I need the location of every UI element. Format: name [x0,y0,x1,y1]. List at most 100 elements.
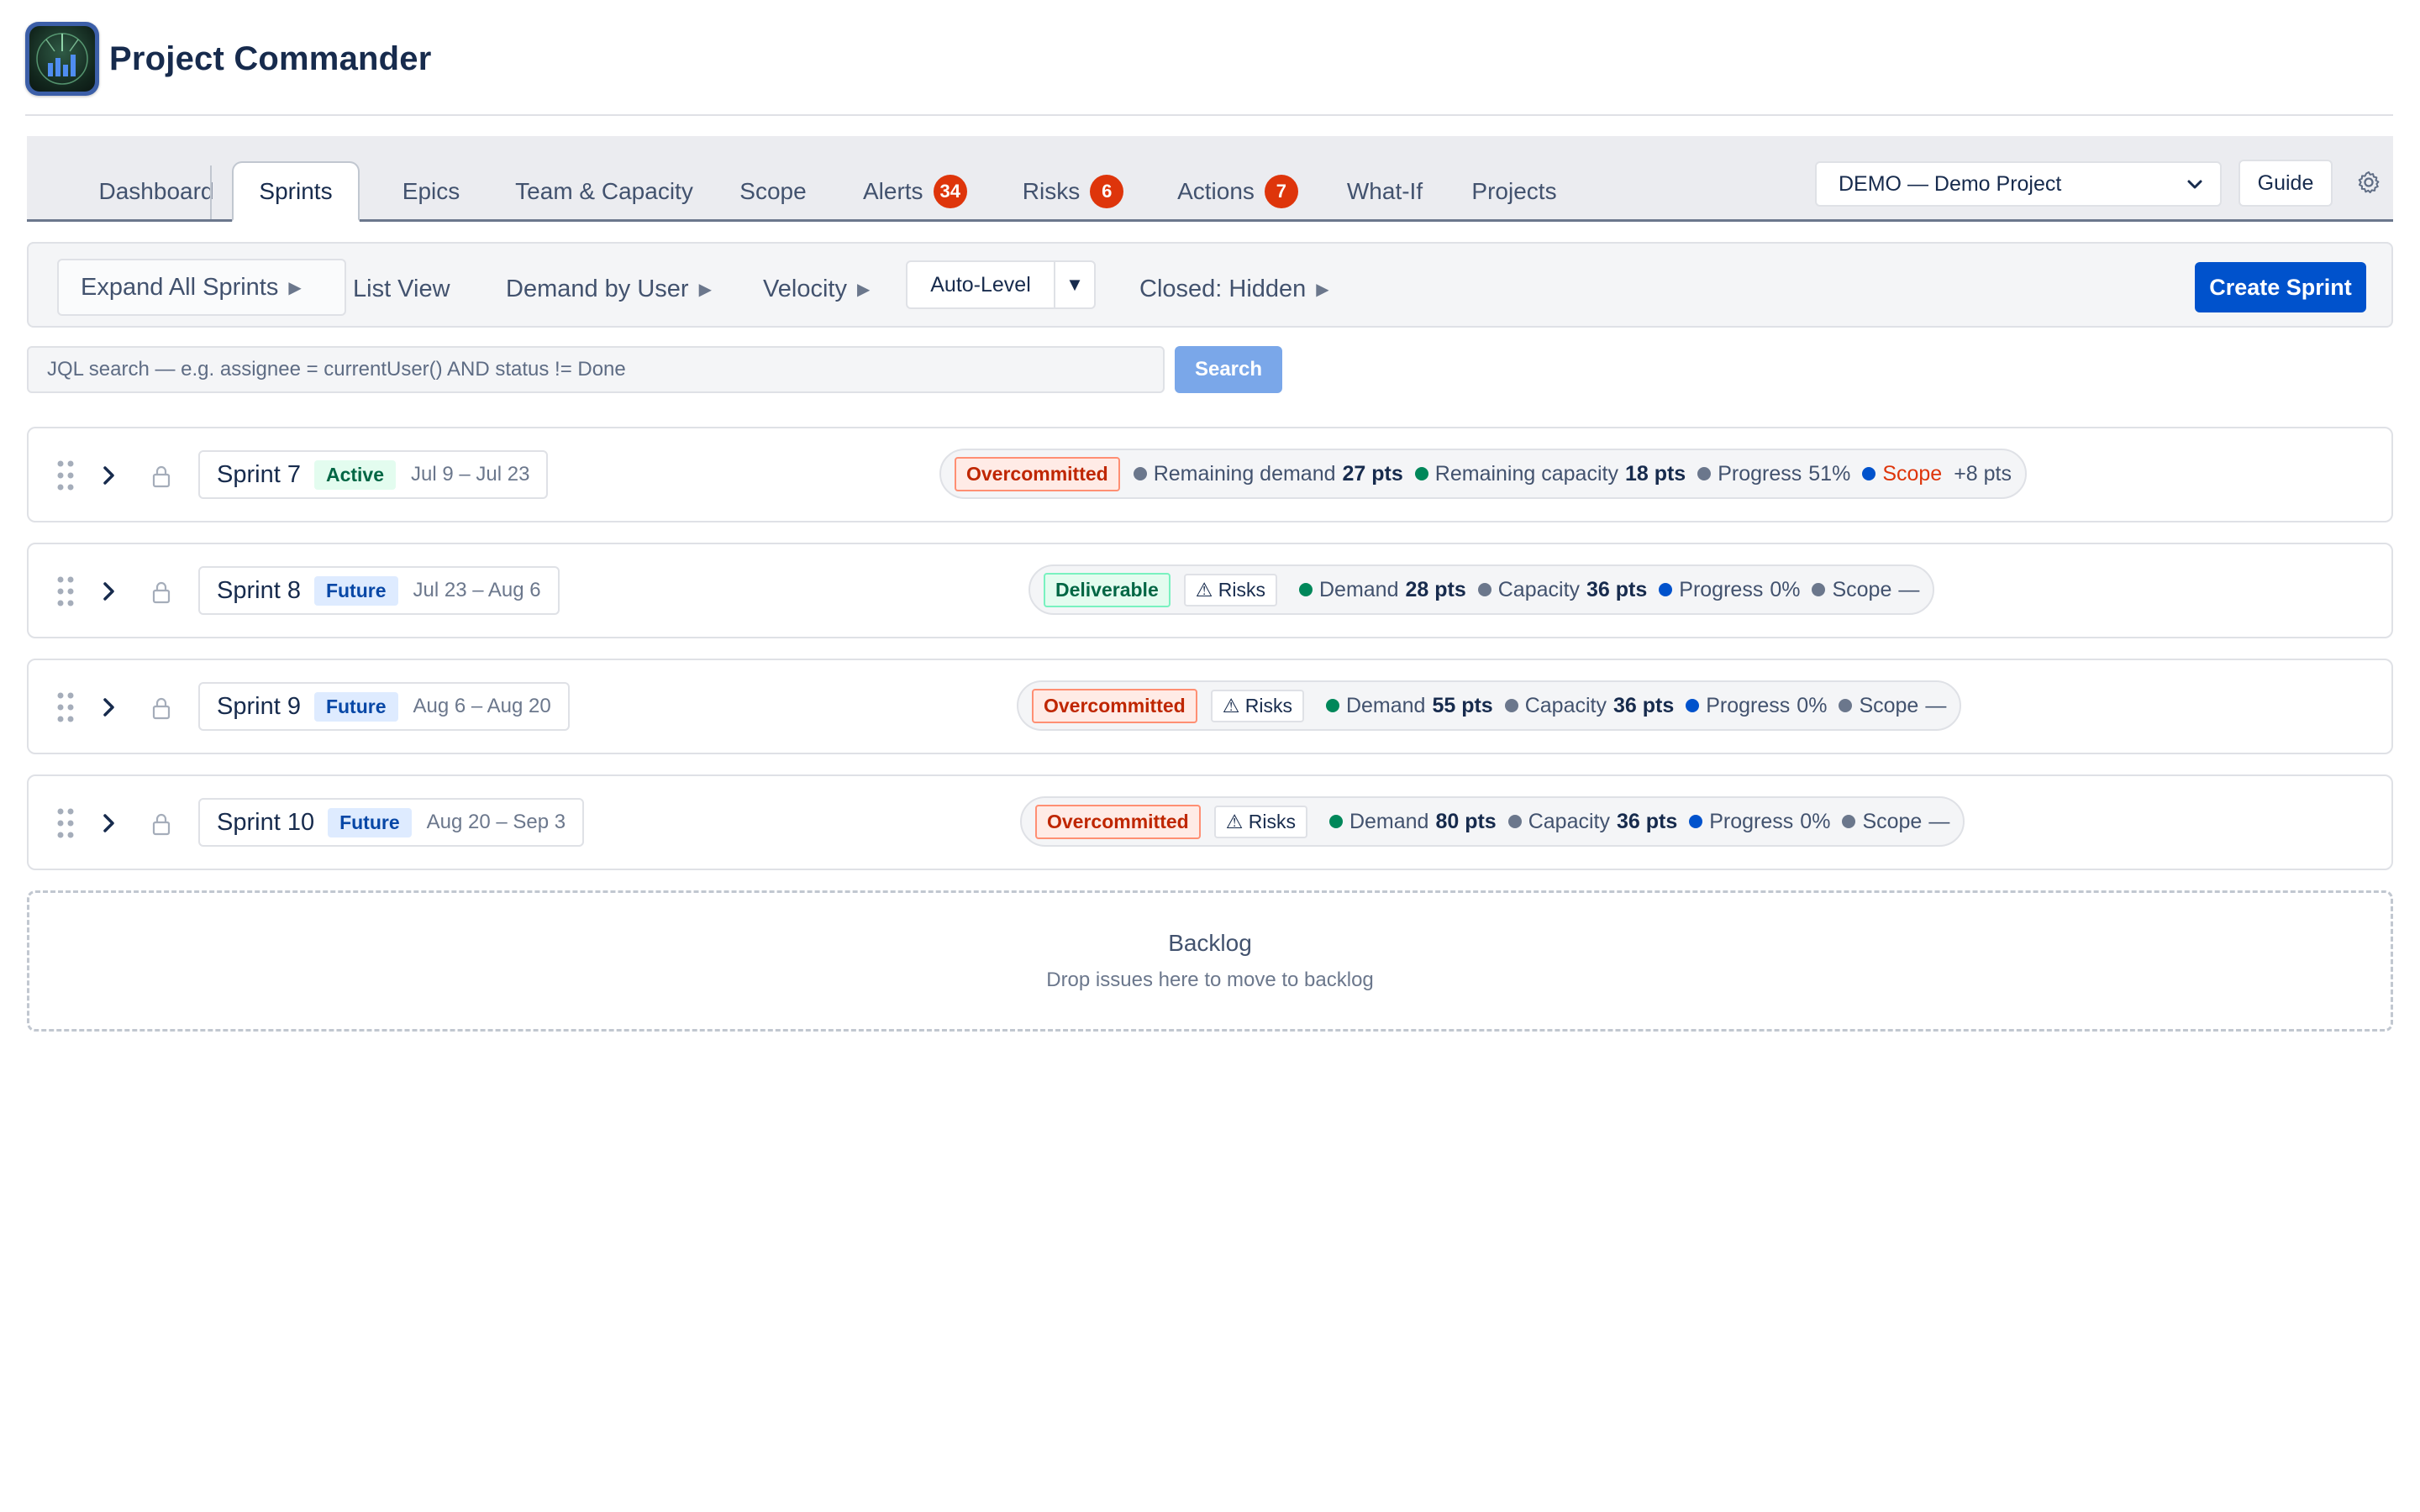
stat-label: Scope [1859,693,1919,717]
tab-scope[interactable]: Scope [714,161,832,222]
tab-dashboard[interactable]: Dashboard [72,161,240,222]
stat-demand: Remaining demand 27 pts [1133,461,1403,486]
stat-label: Remaining capacity [1434,461,1618,486]
backlog-title: Backlog [1168,930,1252,956]
chevron-right-icon[interactable] [99,696,119,719]
stat-value: — [1925,693,1947,717]
stat-scope: Scope — [1812,578,1919,602]
sprint-header[interactable]: Sprint 8 Future Jul 23 – Aug 6 [198,566,560,615]
gear-icon[interactable] [2354,168,2383,197]
risks-tag[interactable]: ⚠ Risks [1210,689,1304,722]
tab-alerts[interactable]: Alerts 34 [827,161,1003,222]
tab-divider [210,165,212,219]
status-dot-icon [1689,815,1703,828]
auto-level-button[interactable]: Auto-Level [908,262,1055,307]
drag-handle-icon[interactable] [55,459,76,492]
lock-icon[interactable] [150,464,173,489]
sprint-stats: Overcommitted Remaining demand 27 pts Rem… [939,449,2028,499]
backlog-hint: Drop issues here to move to backlog [1046,969,1374,991]
stat-value: 27 pts [1342,461,1403,486]
stat-label: Demand [1349,809,1429,833]
drag-handle-icon[interactable] [55,575,76,608]
tab-sprints[interactable]: Sprints [232,161,360,222]
lock-icon[interactable] [150,811,173,837]
risks-tag[interactable]: ⚠ Risks [1213,805,1307,838]
sprint-header[interactable]: Sprint 9 Future Aug 6 – Aug 20 [198,682,570,731]
guide-button[interactable]: Guide [2238,160,2333,207]
chevron-right-icon[interactable] [99,464,119,487]
stat-label: Progress [1706,693,1791,717]
sprint-name: Sprint 7 [217,460,301,488]
stat-value: 80 pts [1435,809,1497,833]
status-badge: Overcommitted [955,456,1120,491]
stat-progress: Progress 0% [1686,694,1827,718]
stat-label: Progress [1679,577,1764,601]
list-view-button[interactable]: List View [353,262,450,316]
stat-value: 0% [1800,809,1831,833]
search-button[interactable]: Search [1175,346,1282,393]
chevron-down-icon [2187,180,2202,189]
tab-what-if[interactable]: What-If [1328,161,1442,222]
project-select[interactable]: DEMO — Demo Project [1815,161,2222,207]
stat-value: 18 pts [1624,461,1686,486]
sprint-header[interactable]: Sprint 10 Future Aug 20 – Sep 3 [198,798,585,847]
backlog-dropzone[interactable]: Backlog Drop issues here to move to back… [27,890,2393,1032]
drag-handle-icon[interactable] [55,690,76,724]
sprint-row: Sprint 10 Future Aug 20 – Sep 3 Overcomm… [27,774,2393,870]
tab-team-capacity[interactable]: Team & Capacity [486,161,723,222]
status-dot-icon [1839,699,1853,712]
actions-count-badge: 7 [1264,175,1298,208]
chevron-right-icon[interactable] [99,811,119,835]
stat-value: 36 pts [1616,809,1678,833]
stat-label: Scope [1862,809,1923,833]
status-dot-icon [1659,583,1673,596]
sprint-dates: Jul 9 – Jul 23 [411,463,530,486]
stat-value: — [1898,577,1920,601]
jql-search-input[interactable] [27,346,1165,393]
sprint-name: Sprint 10 [217,808,315,836]
drag-handle-icon[interactable] [55,806,76,840]
stat-value: 28 pts [1405,577,1466,601]
demand-by-user-toggle[interactable]: Demand by User ▶ [506,262,712,316]
tab-actions[interactable]: Actions 7 [1150,161,1326,222]
button-label: List View [353,275,450,302]
stat-value: 51% [1808,461,1851,486]
status-dot-icon [1133,467,1147,480]
sprint-stats: Overcommitted ⚠ Risks Demand 55 pts Capac… [1017,680,1962,731]
chevron-right-icon[interactable] [99,580,119,603]
sprint-header[interactable]: Sprint 7 Active Jul 9 – Jul 23 [198,450,549,499]
stat-capacity: Remaining capacity 18 pts [1414,461,1686,486]
button-label: Demand by User [506,275,689,302]
app-header: Project Commander [25,22,2393,116]
auto-level-menu-caret[interactable]: ▼ [1055,262,1094,307]
create-sprint-button[interactable]: Create Sprint [2195,262,2366,312]
stat-label: Progress [1718,461,1802,486]
sprint-row: Sprint 9 Future Aug 6 – Aug 20 Overcommi… [27,659,2393,754]
closed-sprints-toggle[interactable]: Closed: Hidden ▶ [1139,262,1329,316]
play-arrow-icon: ▶ [856,280,871,299]
stat-scope: Scope — [1839,694,1946,718]
tab-projects[interactable]: Projects [1447,161,1581,222]
tab-label: Team & Capacity [515,178,693,204]
tab-label: Alerts [862,178,923,204]
tab-label: Risks [1022,178,1081,204]
sprint-state-badge: Future [313,575,398,606]
stat-scope: Scope +8 pts [1862,462,2012,486]
lock-icon[interactable] [150,580,173,605]
status-dot-icon [1414,467,1428,480]
stat-label: Capacity [1497,577,1581,601]
lock-icon[interactable] [150,696,173,721]
sprint-row: Sprint 8 Future Jul 23 – Aug 6 Deliverab… [27,543,2393,638]
risks-tag[interactable]: ⚠ Risks [1183,573,1277,606]
stat-label: Scope [1832,577,1892,601]
stat-progress: Progress 51% [1697,462,1850,486]
stat-value: 55 pts [1432,693,1493,717]
expand-all-sprints-button[interactable]: Expand All Sprints ▶ [57,259,346,316]
status-dot-icon [1477,583,1491,596]
status-dot-icon [1504,699,1518,712]
risks-count-badge: 6 [1090,175,1124,208]
tab-risks[interactable]: Risks 6 [995,161,1151,222]
tab-epics[interactable]: Epics [378,161,484,222]
velocity-toggle[interactable]: Velocity ▶ [763,262,870,316]
app-logo [25,22,99,96]
